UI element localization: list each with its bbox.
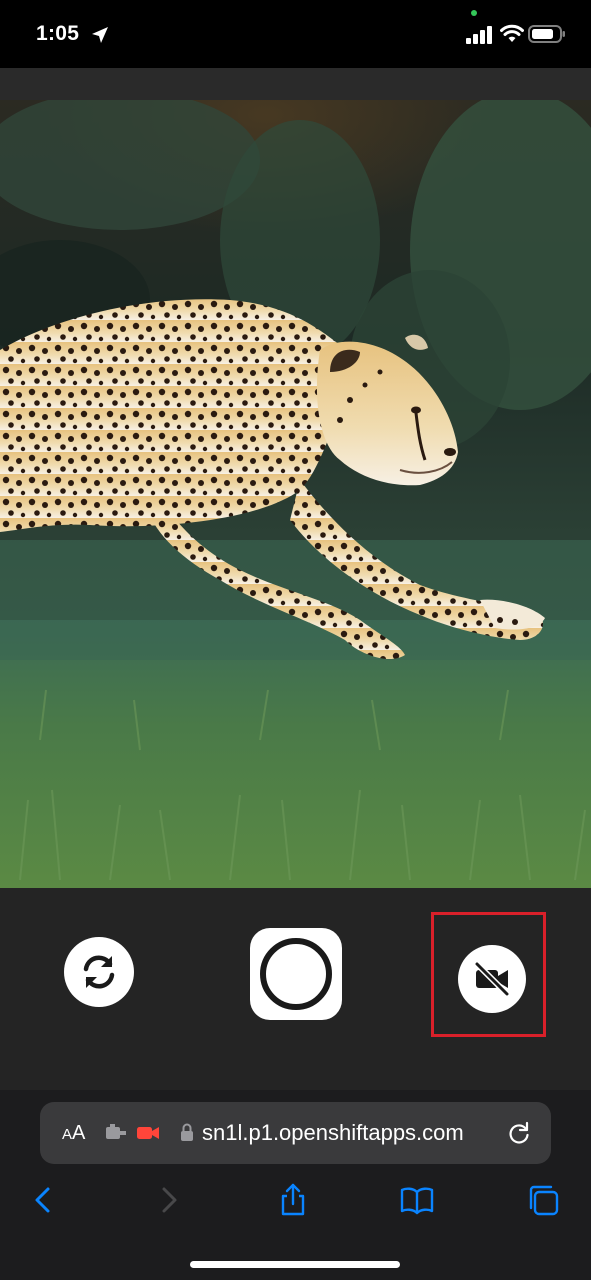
bookmarks-icon[interactable] (400, 1183, 434, 1217)
camera-off-button[interactable] (458, 945, 526, 1013)
status-time: 1:05 (36, 22, 80, 45)
camera-top-bar (0, 68, 591, 100)
shutter-button[interactable] (250, 928, 342, 1020)
plugin-icon[interactable] (104, 1123, 128, 1143)
location-arrow-icon (92, 27, 108, 43)
home-indicator (190, 1261, 400, 1268)
cheetah-preview-image (0, 100, 591, 888)
battery-icon (528, 25, 565, 43)
tabs-icon[interactable] (526, 1183, 560, 1217)
text-size-button[interactable]: AA (62, 1122, 85, 1145)
share-icon[interactable] (276, 1183, 310, 1217)
text-size-small-label: A (62, 1126, 73, 1143)
privacy-indicator-dot (471, 10, 477, 16)
shutter-ring-icon (260, 938, 332, 1010)
camera-switch-icon (83, 955, 115, 989)
camera-preview (0, 100, 591, 888)
forward-icon[interactable] (152, 1183, 186, 1217)
cellular-signal-icon (466, 26, 492, 44)
switch-camera-button[interactable] (64, 937, 134, 1007)
reload-icon[interactable] (506, 1120, 532, 1146)
video-camera-icon[interactable] (136, 1123, 160, 1143)
lock-icon (181, 1123, 193, 1141)
wifi-icon (500, 24, 524, 42)
status-bar: 1:05 (0, 0, 591, 68)
address-bar[interactable]: AA sn1l.p1.openshiftapps.com (40, 1102, 551, 1164)
url-text[interactable]: sn1l.p1.openshiftapps.com (202, 1120, 464, 1146)
text-size-large-label: A (72, 1122, 86, 1144)
back-icon[interactable] (26, 1183, 60, 1217)
video-slash-icon (474, 961, 510, 997)
